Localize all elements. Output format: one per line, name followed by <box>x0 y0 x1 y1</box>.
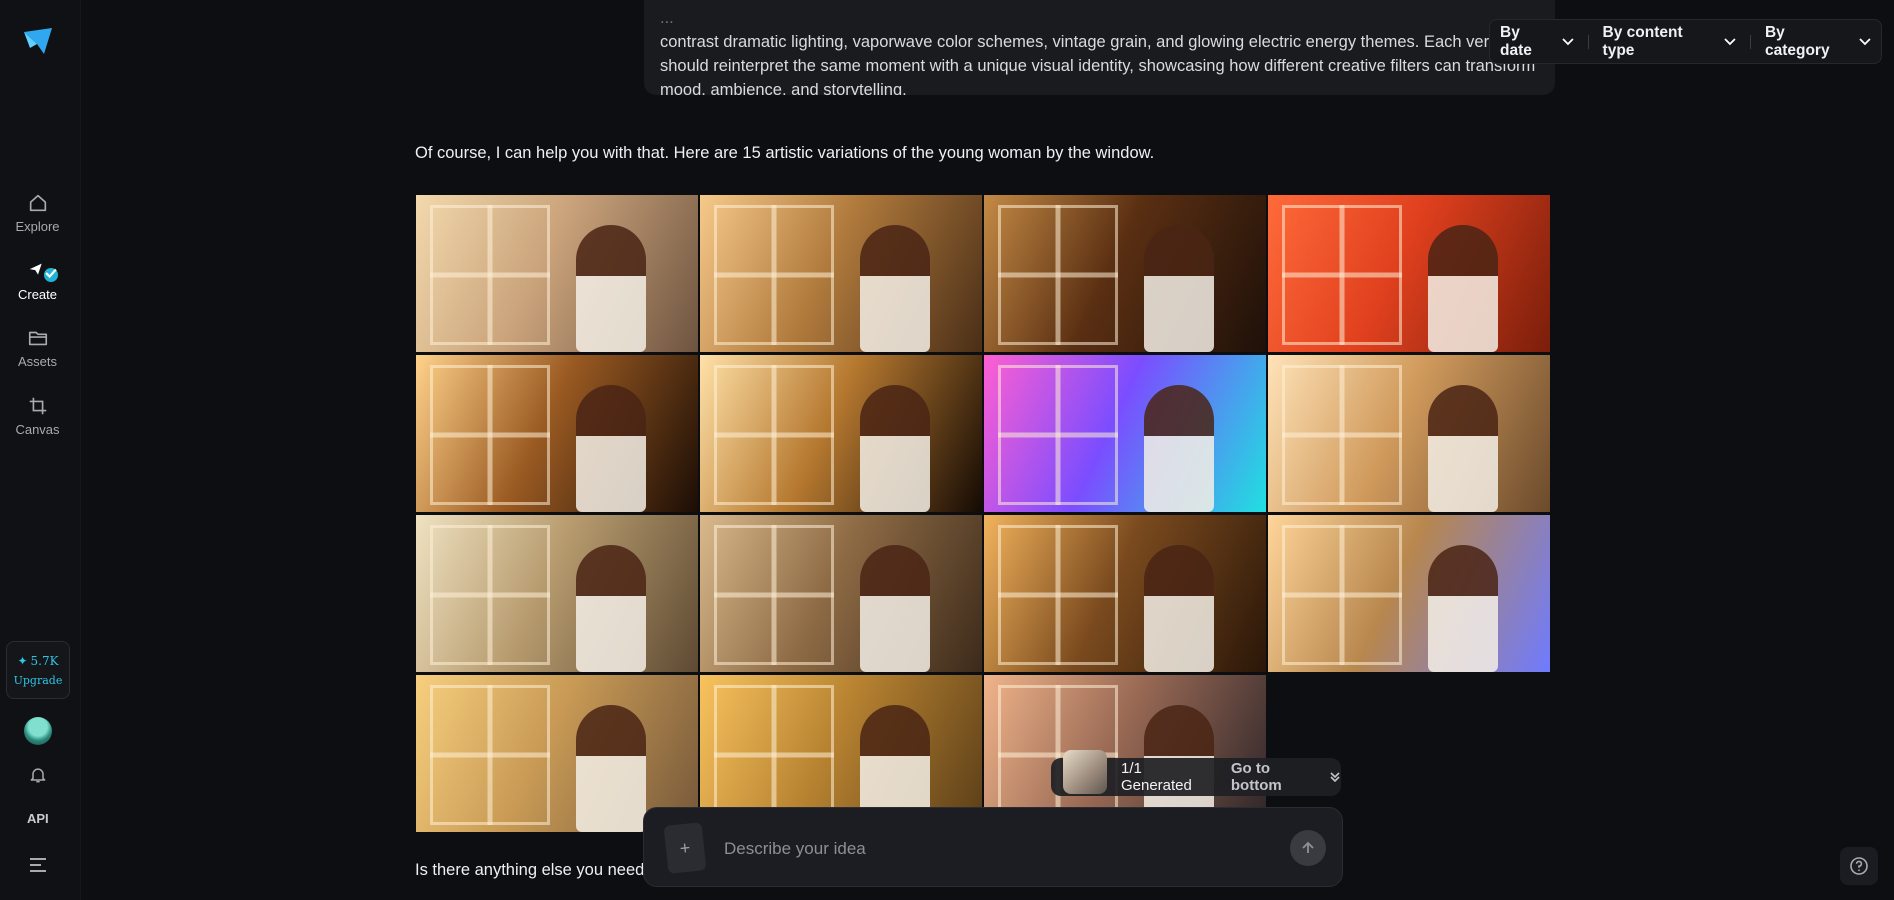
generated-image-4[interactable] <box>1267 194 1551 353</box>
figure-silhouette <box>1144 545 1214 672</box>
generated-thumbnail[interactable] <box>1063 750 1107 794</box>
nav-canvas[interactable]: Canvas <box>0 395 75 437</box>
sidebar: Explore Create Assets Canvas ✦ 5.7K Upgr… <box>0 0 81 900</box>
nav-explore[interactable]: Explore <box>0 192 75 234</box>
window-frame <box>714 365 834 505</box>
filter-bar: By date By content type By category <box>1489 19 1882 64</box>
figure-silhouette <box>1428 225 1498 352</box>
generated-image-8[interactable] <box>1267 354 1551 513</box>
divider <box>1749 34 1751 49</box>
help-button[interactable] <box>1840 847 1878 885</box>
prompt-line-2: contrast dramatic lighting, vaporwave co… <box>660 33 1520 51</box>
figure-silhouette <box>1428 545 1498 672</box>
figure-silhouette <box>1144 225 1214 352</box>
arrow-up-icon <box>1302 841 1314 853</box>
figure-silhouette <box>576 385 646 512</box>
filter-by-content-type-label: By content type <box>1602 23 1683 59</box>
nav-assets[interactable]: Assets <box>0 327 75 369</box>
window-frame <box>1282 365 1402 505</box>
window-frame <box>430 365 550 505</box>
generated-image-7[interactable] <box>983 354 1267 513</box>
filter-by-category[interactable]: By category <box>1765 24 1871 60</box>
go-to-bottom-button[interactable]: Go to bottom <box>1231 760 1341 794</box>
window-frame <box>430 525 550 665</box>
filter-by-category-label: By category <box>1764 23 1830 59</box>
window-frame <box>1282 525 1402 665</box>
window-frame <box>998 205 1118 345</box>
generated-image-1[interactable] <box>415 194 699 353</box>
window-frame <box>1282 205 1402 345</box>
figure-silhouette <box>1144 385 1214 512</box>
window-frame <box>998 365 1118 505</box>
crop-icon <box>29 397 46 415</box>
prompt-composer: + <box>643 807 1343 887</box>
generated-image-9[interactable] <box>415 514 699 673</box>
upgrade-button[interactable]: ✦ 5.7K Upgrade <box>6 641 70 699</box>
nav-assets-label: Assets <box>17 354 57 369</box>
chevron-down-icon <box>1561 37 1574 45</box>
attach-image-button[interactable]: + <box>663 822 707 874</box>
prompt-input[interactable] <box>722 834 1246 864</box>
generated-image-11[interactable] <box>983 514 1267 673</box>
assistant-reply: Of course, I can help you with that. Her… <box>415 144 1155 162</box>
send-button[interactable] <box>1290 830 1326 866</box>
generated-image-5[interactable] <box>415 354 699 513</box>
generated-image-12[interactable] <box>1267 514 1551 673</box>
window-frame <box>714 205 834 345</box>
menu-icon[interactable] <box>29 857 47 873</box>
prompt-line-4: mood, ambience, and storytelling. <box>660 81 907 95</box>
nav-create[interactable]: Create <box>0 260 75 302</box>
figure-silhouette <box>860 225 930 352</box>
figure-silhouette <box>576 545 646 672</box>
active-check-icon <box>44 268 58 282</box>
avatar[interactable] <box>24 717 52 745</box>
figure-silhouette <box>576 225 646 352</box>
generated-image-10[interactable] <box>699 514 983 673</box>
credits-count: 5.7K <box>30 653 59 668</box>
figure-silhouette <box>860 545 930 672</box>
user-prompt-bubble: ... contrast dramatic lighting, vaporwav… <box>644 0 1555 95</box>
nav-create-label: Create <box>17 287 58 302</box>
figure-silhouette <box>1428 385 1498 512</box>
folder-icon <box>28 331 47 346</box>
chevron-down-icon <box>1724 37 1736 45</box>
nav-canvas-label: Canvas <box>15 422 60 437</box>
app-logo-icon[interactable] <box>22 26 54 58</box>
generated-count: 1/1 Generated <box>1120 760 1192 794</box>
figure-silhouette <box>860 385 930 512</box>
generated-image-2[interactable] <box>699 194 983 353</box>
filter-by-date[interactable]: By date <box>1500 24 1574 60</box>
prompt-line-partial: ... <box>660 9 674 27</box>
divider <box>1587 34 1589 49</box>
generated-image-3[interactable] <box>983 194 1267 353</box>
window-frame <box>430 205 550 345</box>
chevron-down-icon <box>1859 37 1871 45</box>
bell-icon[interactable] <box>28 765 48 785</box>
nav-explore-label: Explore <box>15 219 60 234</box>
go-to-bottom-label: Go to bottom <box>1230 760 1282 794</box>
generated-image-6[interactable] <box>699 354 983 513</box>
prompt-line-3: should reinterpret the same moment with … <box>660 57 1536 75</box>
figure-silhouette <box>576 705 646 832</box>
api-link[interactable]: API <box>27 811 49 826</box>
help-icon <box>1850 857 1868 875</box>
window-frame <box>430 685 550 825</box>
generation-status: 1/1 Generated Go to bottom <box>1051 750 1341 796</box>
window-frame <box>998 525 1118 665</box>
filter-by-content-type[interactable]: By content type <box>1603 24 1736 60</box>
window-frame <box>714 525 834 665</box>
assistant-followup: Is there anything else you need <box>415 861 645 879</box>
filter-by-date-label: By date <box>1500 23 1532 59</box>
sparkle-icon: ✦ <box>17 653 28 668</box>
home-icon <box>29 194 46 212</box>
upgrade-label: Upgrade <box>13 673 63 687</box>
double-chevron-down-icon <box>1330 772 1340 783</box>
window-frame <box>714 685 834 825</box>
